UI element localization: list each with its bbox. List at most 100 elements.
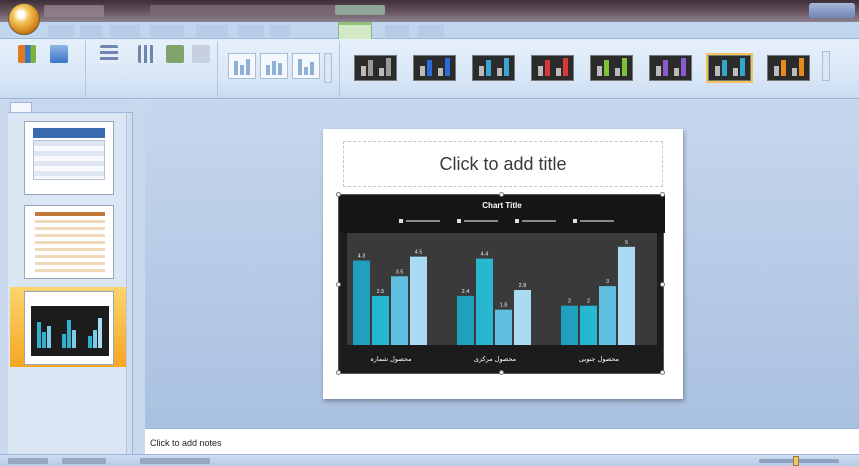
swatch-bar: [663, 60, 668, 76]
resize-handle[interactable]: [499, 192, 504, 197]
ribbon: [0, 39, 859, 99]
swatch-bar: [563, 58, 568, 76]
swatch-bar: [615, 68, 620, 76]
refresh-icon: [192, 45, 210, 63]
tab-format[interactable]: [418, 25, 444, 37]
chart-bar: [476, 258, 493, 345]
tab-layout[interactable]: [385, 25, 409, 37]
language-indicator: [140, 458, 210, 464]
data-label: 3.5: [396, 269, 404, 275]
tab-insert[interactable]: [80, 25, 102, 37]
data-group: [88, 41, 218, 97]
switch-icon: [100, 45, 118, 63]
office-button[interactable]: [8, 3, 40, 35]
resize-handle[interactable]: [336, 192, 341, 197]
tab-design-main[interactable]: [110, 25, 140, 37]
slide-thumbnail-3[interactable]: [10, 287, 132, 367]
chart-style-8[interactable]: [767, 55, 810, 81]
ribbon-tab-bar: [0, 22, 859, 39]
slide: Click to add title Chart Title 4.3 2.5 3.5 4…: [323, 129, 683, 399]
tab-home[interactable]: [48, 25, 74, 37]
data-label: 3: [606, 279, 609, 285]
title-placeholder[interactable]: Click to add title: [343, 141, 663, 187]
notes-placeholder: Click to add notes: [150, 438, 222, 448]
data-label: 4.4: [481, 252, 489, 258]
chart-bar: [618, 246, 635, 345]
tab-view[interactable]: [270, 25, 290, 37]
swatch-bar: [361, 66, 366, 76]
swatch-bar: [604, 60, 609, 76]
layouts-gallery-scroll[interactable]: [324, 53, 332, 83]
resize-handle[interactable]: [499, 370, 504, 375]
save-as-template-button[interactable]: [46, 45, 72, 89]
notes-pane[interactable]: Click to add notes: [145, 428, 859, 454]
data-label: 5: [625, 240, 628, 246]
swatch-bar: [504, 58, 509, 76]
chart-layout-1[interactable]: [228, 53, 256, 79]
chart-styles-group: [344, 41, 834, 97]
resize-handle[interactable]: [660, 282, 665, 287]
tab-review[interactable]: [238, 25, 264, 37]
data-label: 2.5: [377, 289, 385, 295]
swatch-bar: [656, 66, 661, 76]
swatch-bar: [479, 66, 484, 76]
theme-name: [62, 458, 106, 464]
pane-tabs: [8, 101, 133, 113]
select-data-icon: [138, 45, 156, 63]
chart-style-7[interactable]: [706, 53, 753, 83]
swatch-bar: [622, 58, 627, 76]
legend-marker: [399, 219, 403, 223]
quick-access-toolbar[interactable]: [44, 5, 104, 17]
slide-thumbnail-2[interactable]: [10, 201, 132, 281]
change-chart-type-button[interactable]: [14, 45, 40, 89]
zoom-slider[interactable]: [759, 459, 839, 463]
swatch-bar: [681, 58, 686, 76]
tab-chart-design[interactable]: [338, 22, 372, 39]
window-controls[interactable]: [809, 3, 855, 18]
switch-row-column-button[interactable]: [96, 45, 122, 89]
edit-data-icon: [166, 45, 184, 63]
tab-animations[interactable]: [150, 25, 184, 37]
refresh-data-button[interactable]: [188, 45, 214, 89]
slide-counter: [8, 458, 48, 464]
chart-style-6[interactable]: [649, 55, 692, 81]
swatch-bar: [486, 60, 491, 76]
chart-style-5[interactable]: [590, 55, 633, 81]
type-group: [6, 41, 86, 97]
select-data-button[interactable]: [134, 45, 160, 89]
swatch-bar: [715, 66, 720, 76]
chart-style-4[interactable]: [531, 55, 574, 81]
resize-handle[interactable]: [336, 370, 341, 375]
chart-bar: [599, 286, 616, 345]
swatch-bar: [597, 66, 602, 76]
swatch-bar: [722, 60, 727, 76]
chart-title: Chart Title: [482, 201, 522, 210]
chart-layout-2[interactable]: [260, 53, 288, 79]
chart[interactable]: Chart Title 4.3 2.5 3.5 4.5 محصول شماره 2.4 4.4…: [336, 192, 665, 375]
bar-chart: Chart Title 4.3 2.5 3.5 4.5 محصول شماره 2.4 4.4…: [339, 195, 665, 363]
resize-handle[interactable]: [660, 192, 665, 197]
swatch-bar: [386, 58, 391, 76]
slide-thumbnail-1[interactable]: [10, 117, 132, 197]
data-label: 2: [587, 299, 590, 305]
tab-slide-show[interactable]: [196, 25, 228, 37]
chart-tools-context-label: [335, 5, 385, 15]
chart-style-3[interactable]: [472, 55, 515, 81]
slides-pane-scrollbar[interactable]: [126, 113, 132, 456]
category-label: محصول جنوبی: [579, 355, 619, 363]
tab-slides[interactable]: [10, 102, 32, 112]
chart-style-1[interactable]: [354, 55, 397, 81]
legend-entry: [464, 220, 498, 222]
zoom-slider-thumb[interactable]: [793, 456, 799, 466]
category-label: محصول مرکزی: [474, 355, 516, 363]
chart-layout-3[interactable]: [292, 53, 320, 79]
resize-handle[interactable]: [660, 370, 665, 375]
styles-gallery-scroll[interactable]: [822, 51, 830, 81]
resize-handle[interactable]: [336, 282, 341, 287]
category-label: محصول شماره: [370, 355, 411, 363]
tab-outline[interactable]: [34, 102, 62, 112]
window-title: [150, 5, 350, 15]
chart-style-2[interactable]: [413, 55, 456, 81]
edit-data-button[interactable]: [162, 45, 188, 89]
swatch-bar: [379, 68, 384, 76]
